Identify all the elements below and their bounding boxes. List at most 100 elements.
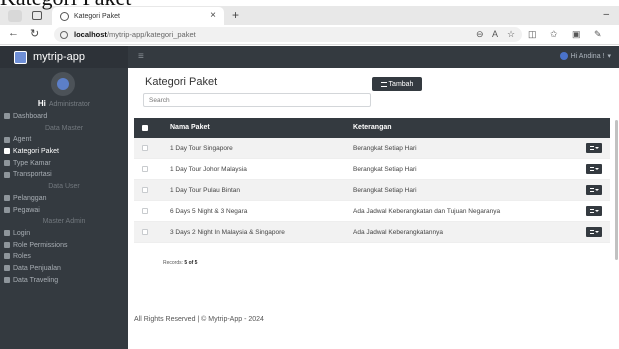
close-tab-icon[interactable]: × bbox=[210, 10, 216, 21]
table-header: Nama Paket Keterangan bbox=[134, 118, 610, 138]
table-body: 1 Day Tour Singapore Berangkat Setiap Har… bbox=[134, 138, 610, 243]
records-count: Records: 5 of 5 bbox=[163, 260, 197, 266]
split-screen-icon[interactable]: ◫ bbox=[528, 29, 537, 40]
list-icon bbox=[589, 167, 594, 171]
row-checkbox[interactable] bbox=[142, 229, 148, 235]
profile-icon[interactable] bbox=[8, 10, 22, 22]
sidebar-item-icon bbox=[4, 230, 10, 237]
row-action-button[interactable] bbox=[586, 143, 602, 153]
row-checkbox[interactable] bbox=[142, 208, 148, 214]
sidebar-item-agent[interactable]: Agent bbox=[0, 134, 128, 146]
avatar-icon bbox=[57, 78, 69, 90]
scrollbar[interactable] bbox=[615, 120, 618, 260]
row-action-button[interactable] bbox=[586, 227, 602, 237]
sidebar-item-label: Data Traveling bbox=[13, 276, 59, 284]
sidebar-item-transportasi[interactable]: Transportasi bbox=[0, 169, 128, 181]
sidebar-item-pelanggan[interactable]: Pelanggan bbox=[0, 193, 128, 205]
sidebar-item-icon bbox=[4, 113, 10, 120]
page-caption: Kategori Paket bbox=[0, 0, 131, 9]
main-content: Kategori Paket Tambah Nama Paket Keteran… bbox=[128, 68, 619, 349]
table-row: 1 Day Tour Johor Malaysia Berangkat Setia… bbox=[134, 159, 610, 180]
add-button-label: Tambah bbox=[388, 80, 414, 88]
sidebar-item-label: Agent bbox=[13, 136, 32, 144]
sidebar-item-label: Pegawai bbox=[13, 206, 40, 214]
brand-logo-icon bbox=[14, 50, 27, 64]
sidebar-item-icon bbox=[4, 241, 10, 248]
sidebar-item-icon bbox=[4, 206, 10, 213]
tab-title: Kategori Paket bbox=[74, 12, 120, 20]
row-checkbox[interactable] bbox=[142, 187, 148, 193]
read-aloud-icon[interactable]: A bbox=[492, 29, 498, 39]
list-icon bbox=[589, 230, 594, 234]
chevron-down-icon bbox=[594, 231, 599, 233]
table-row: 1 Day Tour Singapore Berangkat Setiap Har… bbox=[134, 138, 610, 159]
sidebar-item-dashboard[interactable]: Dashboard bbox=[0, 111, 128, 123]
sidebar-item-pegawai[interactable]: Pegawai bbox=[0, 205, 128, 217]
sidebar-item-label: Transportasi bbox=[13, 171, 52, 179]
sidebar-item-label: Role Permissions bbox=[13, 241, 68, 249]
user-greeting: Hi Andina ! bbox=[570, 52, 605, 60]
cell-nama-paket: 1 Day Tour Pulau Bintan bbox=[170, 187, 240, 194]
footer: All Rights Reserved | © Mytrip-App - 202… bbox=[134, 316, 264, 323]
collections-icon[interactable]: ▣ bbox=[572, 29, 581, 40]
sidebar-item-icon bbox=[4, 276, 10, 283]
list-icon bbox=[589, 188, 594, 192]
sidebar-item-type-kamar[interactable]: Type Kamar bbox=[0, 158, 128, 170]
cell-keterangan: Berangkat Setiap Hari bbox=[353, 187, 417, 194]
search-input[interactable] bbox=[143, 93, 371, 107]
list-icon bbox=[589, 209, 594, 213]
sidebar-item-label: Dashboard bbox=[13, 113, 48, 120]
menu-toggle-icon[interactable]: ≡ bbox=[138, 51, 144, 62]
sidebar-item-label: Kategori Paket bbox=[13, 148, 59, 156]
back-icon[interactable]: ← bbox=[8, 27, 19, 39]
row-checkbox[interactable] bbox=[142, 145, 148, 151]
extensions-icon[interactable]: ✎ bbox=[594, 29, 602, 40]
chevron-down-icon bbox=[594, 168, 599, 170]
sidebar-item-label: Type Kamar bbox=[13, 159, 51, 167]
sidebar-item-label: Login bbox=[13, 229, 31, 237]
column-header-keterangan: Keterangan bbox=[353, 124, 392, 131]
paket-table: Nama Paket Keterangan 1 Day Tour Singapo… bbox=[134, 118, 610, 243]
sidebar-avatar bbox=[51, 72, 75, 96]
sidebar-item-role-permissions[interactable]: Role Permissions bbox=[0, 240, 128, 252]
page-title: Kategori Paket bbox=[145, 76, 218, 88]
user-menu[interactable]: Hi Andina ! ▾ bbox=[559, 52, 611, 60]
sidebar-user: Hi Administrator bbox=[0, 99, 128, 108]
sidebar-menu: Dashboard Data Master Agent Kategori Paket T… bbox=[0, 111, 128, 286]
row-action-button[interactable] bbox=[586, 185, 602, 195]
brand-name: mytrip-app bbox=[33, 51, 85, 63]
row-action-button[interactable] bbox=[586, 206, 602, 216]
new-tab-icon[interactable]: + bbox=[232, 8, 239, 22]
select-all-checkbox[interactable] bbox=[142, 125, 148, 131]
favorites-icon[interactable]: ✩ bbox=[550, 29, 558, 40]
url-field[interactable]: localhost/mytrip-app/kategori_paket bbox=[54, 27, 522, 42]
sidebar-item-kategori-paket[interactable]: Kategori Paket bbox=[0, 146, 128, 158]
row-checkbox[interactable] bbox=[142, 166, 148, 172]
refresh-icon[interactable]: ↻ bbox=[30, 27, 39, 40]
sidebar-item-roles[interactable]: Roles bbox=[0, 251, 128, 263]
address-bar: ← ↻ localhost/mytrip-app/kategori_paket … bbox=[0, 25, 619, 45]
url-host: localhost bbox=[74, 30, 107, 39]
favorite-icon[interactable]: ☆ bbox=[507, 29, 515, 40]
cell-keterangan: Berangkat Setiap Hari bbox=[353, 145, 417, 152]
sidebar-item-login[interactable]: Login bbox=[0, 228, 128, 240]
minimize-icon[interactable]: – bbox=[603, 9, 609, 20]
sidebar-hi: Hi bbox=[37, 99, 46, 108]
sidebar-item-data-traveling[interactable]: Data Traveling bbox=[0, 275, 128, 287]
cell-nama-paket: 1 Day Tour Singapore bbox=[170, 145, 233, 152]
sidebar-role: Administrator bbox=[48, 101, 91, 108]
app-topbar: mytrip-app ≡ Hi Andina ! ▾ bbox=[0, 46, 619, 68]
sidebar-item-icon bbox=[4, 253, 10, 260]
brand[interactable]: mytrip-app bbox=[0, 46, 128, 68]
add-button[interactable]: Tambah bbox=[372, 77, 422, 91]
cell-nama-paket: 6 Days 5 Night & 3 Negara bbox=[170, 208, 248, 215]
sidebar-item-icon bbox=[4, 136, 10, 143]
zoom-icon[interactable]: ⊖ bbox=[476, 29, 484, 40]
row-action-button[interactable] bbox=[586, 164, 602, 174]
sidebar-item-icon bbox=[4, 148, 10, 155]
sidebar-item-icon bbox=[4, 159, 10, 166]
sidebar-item-data-penjualan[interactable]: Data Penjualan bbox=[0, 263, 128, 275]
site-info-icon[interactable] bbox=[60, 30, 68, 39]
chevron-down-icon bbox=[594, 189, 599, 191]
workspaces-icon[interactable] bbox=[32, 11, 42, 20]
